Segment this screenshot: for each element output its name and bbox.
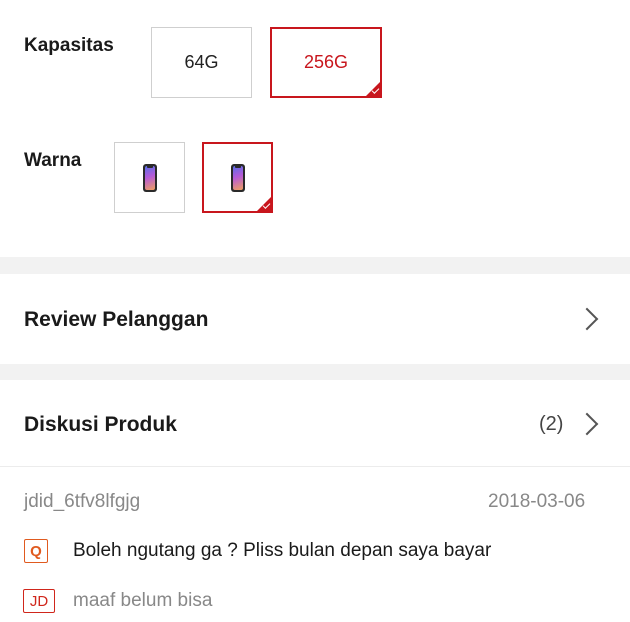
discussion-row[interactable]: Diskusi Produk (2) — [0, 380, 630, 466]
capacity-label: Kapasitas — [24, 35, 114, 56]
color-option-2[interactable] — [202, 142, 273, 213]
capacity-option-label: 64G — [184, 52, 219, 72]
discussion-count: (2) — [539, 413, 564, 435]
color-label: Warna — [24, 150, 82, 171]
section-divider — [0, 364, 630, 380]
discussion-title: Diskusi Produk — [24, 413, 177, 436]
discussion-date: 2018-03-06 — [488, 491, 586, 512]
section-divider — [0, 257, 630, 274]
row-divider — [0, 466, 630, 467]
question-text[interactable]: Boleh ngutang ga ? Pliss bulan depan say… — [73, 540, 491, 562]
phone-thumbnail-icon — [230, 163, 245, 192]
capacity-option-256g[interactable]: 256G — [270, 27, 382, 98]
discussion-username: jdid_6tfv8lfgjg — [24, 491, 141, 512]
selected-check-icon — [365, 81, 381, 97]
capacity-option-64g[interactable]: 64G — [151, 27, 252, 98]
phone-thumbnail-icon — [142, 163, 157, 192]
chevron-right-icon — [575, 307, 599, 331]
color-option-1[interactable] — [114, 142, 185, 213]
chevron-right-icon — [575, 412, 599, 436]
selected-check-icon — [256, 196, 272, 212]
review-title: Review Pelanggan — [24, 308, 209, 331]
answer-badge: JD — [23, 589, 55, 613]
answer-text: maaf belum bisa — [73, 590, 213, 611]
capacity-option-label: 256G — [303, 52, 349, 72]
review-row[interactable]: Review Pelanggan — [0, 274, 630, 364]
question-badge: Q — [24, 539, 48, 563]
